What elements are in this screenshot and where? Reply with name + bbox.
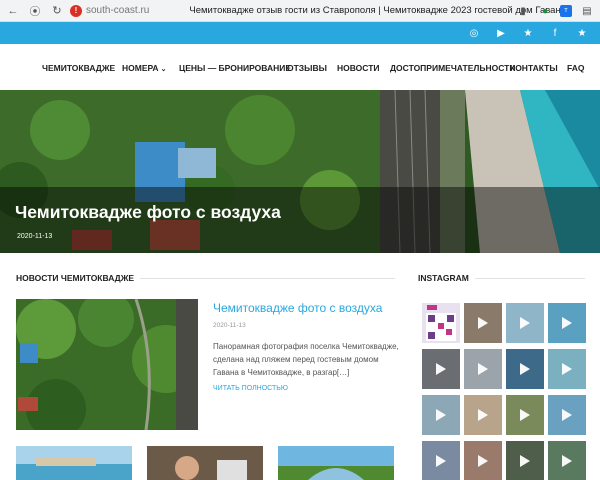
play-icon [478,317,488,329]
instagram-video-post[interactable] [464,441,502,480]
qr-code-icon [426,305,456,341]
hero-banner[interactable]: Чемитокваджe фото с воздуха 2020-11-13 [0,90,600,253]
nav-item-rooms-label: НОМЕРА [122,63,159,73]
nav-item-sights[interactable]: ДОСТОПРИМЕЧАТЕЛЬНОСТИ [390,63,515,73]
facebook-icon[interactable]: f [549,28,561,39]
back-icon[interactable]: ← [6,4,20,18]
news-heading: НОВОСТИ ЧЕМИТОКВАДЖЕ [16,273,135,283]
post-image [16,299,198,430]
play-icon [520,409,530,421]
reader-icon[interactable]: ⦿ [28,4,42,18]
small-card-image-2 [147,446,263,480]
play-icon [436,363,446,375]
translate-icon[interactable]: ᵀ [560,5,572,17]
browser-toolbar: ← ⦿ ↻ ! south-coast.ru Чемитокваджe отзы… [0,0,600,22]
nav-item-contacts[interactable]: КОНТАКТЫ [510,63,558,73]
url-domain[interactable]: south-coast.ru [86,5,149,16]
instagram-qr-post[interactable] [422,303,460,343]
instagram-video-post[interactable] [548,395,586,435]
nav-item-news[interactable]: НОВОСТИ [337,63,380,73]
small-card-image-3 [278,446,394,480]
instagram-heading: INSTAGRAM [418,273,469,283]
page-title: Чемитокваджe отзыв гости из Ставрополя |… [189,5,566,16]
play-icon [478,455,488,467]
instagram-video-post[interactable] [506,303,544,343]
news-divider [140,278,395,279]
play-icon [478,409,488,421]
main-navigation: ЧЕМИТОКВАДЖЕ НОМЕРА ⌄ ЦЕНЫ — БРОНИРОВАНИЕ… [0,44,600,90]
instagram-video-post[interactable] [422,395,460,435]
warning-icon[interactable]: ! [70,4,82,17]
instagram-video-post[interactable] [506,441,544,480]
post-title[interactable]: Чемитокваджe фото с воздуха [213,301,382,315]
post-date: 2020-11-13 [213,322,246,329]
post-thumbnail[interactable] [16,299,198,430]
instagram-video-post[interactable] [464,349,502,389]
nav-item-reviews[interactable]: ОТЗЫВЫ [287,63,327,73]
instagram-video-post[interactable] [422,349,460,389]
nav-item-rooms[interactable]: НОМЕРА ⌄ [122,63,166,73]
instagram-video-post[interactable] [422,441,460,480]
small-card-3[interactable] [278,446,394,480]
play-icon [562,363,572,375]
post-excerpt: Панорамная фотография поселка Чемитоквад… [213,342,399,377]
star-icon[interactable]: ★ [576,28,588,39]
instagram-video-post[interactable] [548,349,586,389]
nav-item-chemitokvadzhe[interactable]: ЧЕМИТОКВАДЖЕ [42,63,115,73]
address-bar[interactable]: ! south-coast.ru [70,4,149,17]
read-more-link[interactable]: ЧИТАТЬ ПОЛНОСТЬЮ [213,385,288,392]
instagram-video-post[interactable] [464,303,502,343]
social-bar: ◎ ▶ ★ f ★ [0,22,600,44]
youtube-icon[interactable]: ▶ [495,28,507,39]
play-icon [562,317,572,329]
play-icon [562,409,572,421]
play-icon [436,409,446,421]
star-icon[interactable]: ★ [522,28,534,39]
instagram-video-post[interactable] [548,303,586,343]
instagram-icon[interactable]: ◎ [468,28,480,39]
play-icon [520,455,530,467]
nav-item-prices[interactable]: ЦЕНЫ — БРОНИРОВАНИЕ [179,63,291,73]
instagram-divider [475,278,585,279]
hero-title[interactable]: Чемитокваджe фото с воздуха [15,202,281,223]
collections-icon[interactable]: ▤ [580,4,594,18]
instagram-video-post[interactable] [464,395,502,435]
small-card-image-1 [16,446,132,480]
chevron-down-icon: ⌄ [160,66,167,73]
small-card-2[interactable] [147,446,263,480]
bookmark-icon[interactable]: ▮ [516,4,530,18]
instagram-video-post[interactable] [548,441,586,480]
play-icon [520,363,530,375]
small-card-1[interactable] [16,446,132,480]
play-icon [520,317,530,329]
instagram-video-post[interactable] [506,395,544,435]
play-icon [562,455,572,467]
play-icon [436,455,446,467]
reload-icon[interactable]: ↻ [50,4,64,18]
instagram-video-post[interactable] [506,349,544,389]
extension-icon[interactable]: ● [538,4,552,18]
hero-date: 2020-11-13 [17,233,53,240]
play-icon [478,363,488,375]
nav-item-faq[interactable]: FAQ [567,63,584,73]
